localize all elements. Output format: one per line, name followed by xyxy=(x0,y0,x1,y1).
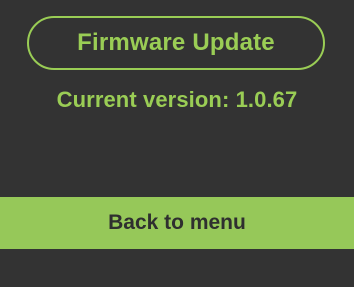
page-title-label: Firmware Update xyxy=(77,29,275,56)
page-title: Firmware Update xyxy=(27,16,325,70)
back-to-menu-button[interactable]: Back to menu xyxy=(0,197,354,249)
current-version-text: Current version: 1.0.67 xyxy=(56,87,298,112)
back-to-menu-label: Back to menu xyxy=(108,211,246,234)
firmware-update-screen: Firmware Update Current version: 1.0.67 … xyxy=(0,0,354,287)
